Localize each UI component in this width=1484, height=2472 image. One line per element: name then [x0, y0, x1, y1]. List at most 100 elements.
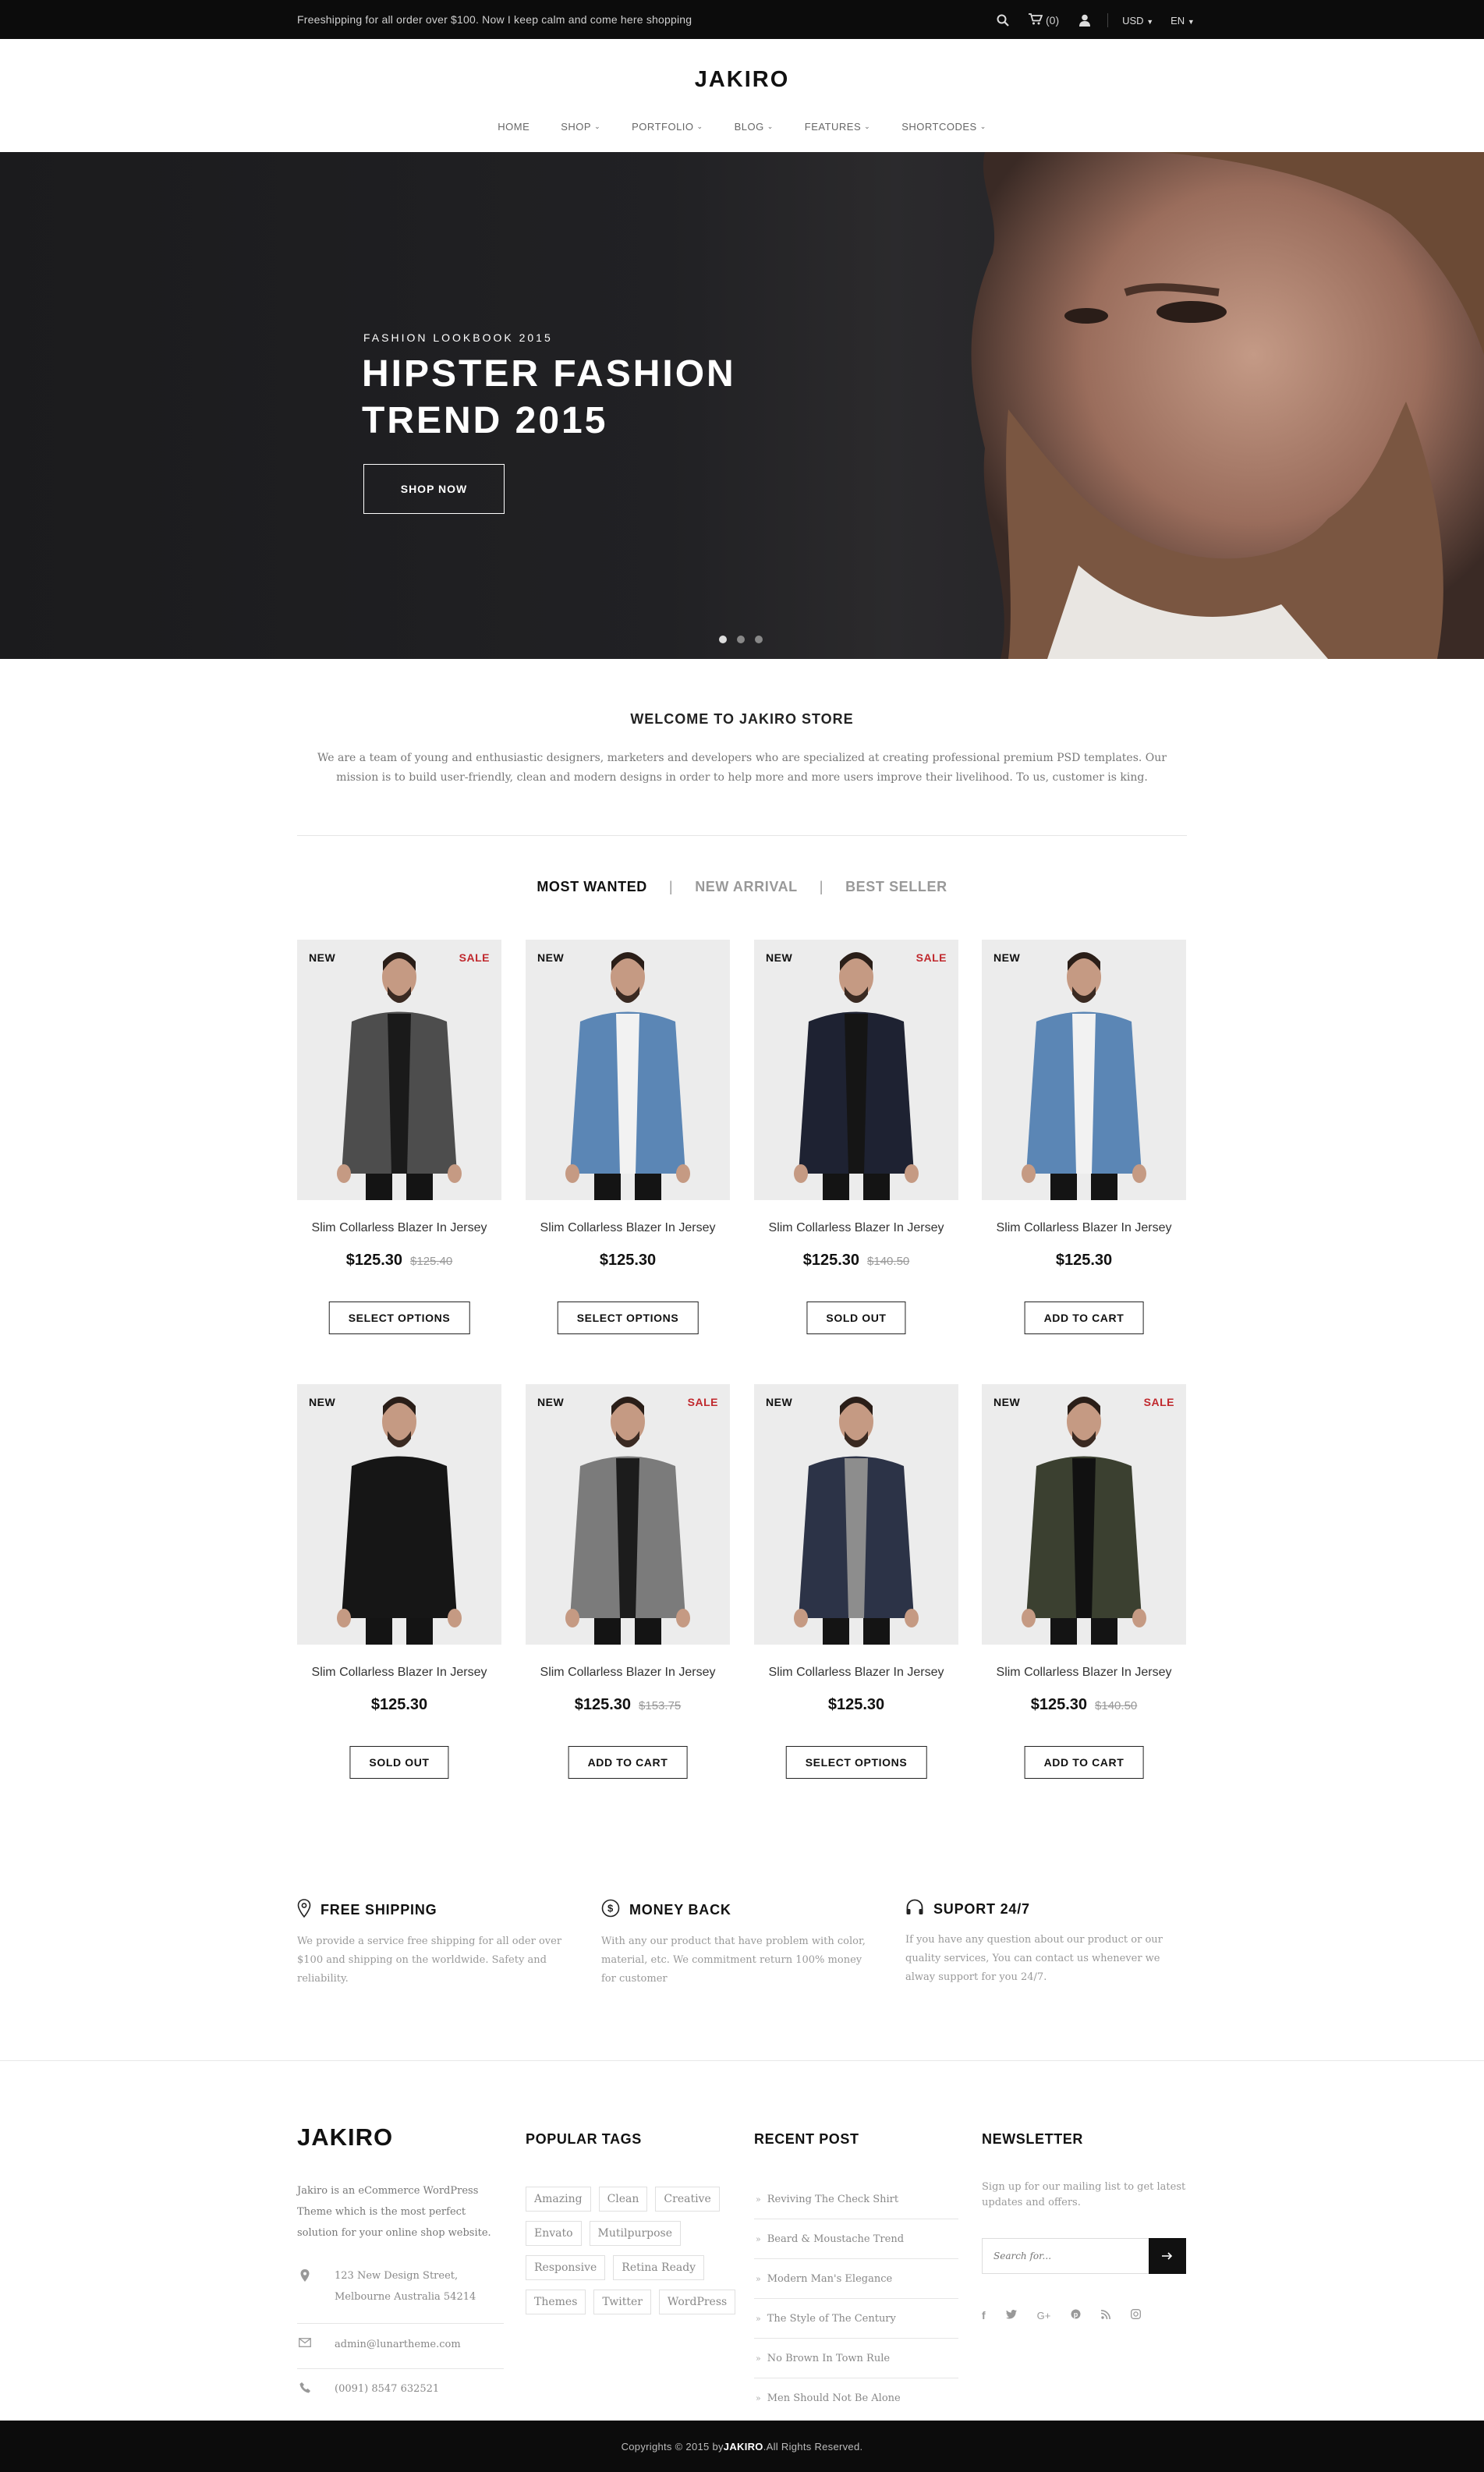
twitter-icon[interactable]: [1005, 2309, 1017, 2321]
tag-item[interactable]: Retina Ready: [613, 2255, 705, 2280]
product-name[interactable]: Slim Collarless Blazer In Jersey: [982, 1221, 1186, 1235]
double-chevron-right-icon: »: [756, 2233, 761, 2244]
hero-title-line: HIPSTER FASHION: [362, 353, 736, 395]
tag-item[interactable]: Twitter: [593, 2290, 651, 2314]
product-action-button[interactable]: SOLD OUT: [806, 1302, 906, 1334]
user-icon[interactable]: [1076, 12, 1093, 29]
product-name[interactable]: Slim Collarless Blazer In Jersey: [526, 1666, 730, 1680]
feature-text: If you have any question about our produ…: [905, 1934, 1163, 1983]
search-icon[interactable]: [994, 12, 1011, 29]
product-prices: $125.30: [297, 1696, 501, 1714]
tab-new-arrival[interactable]: NEW ARRIVAL: [695, 879, 798, 895]
divider: [297, 2368, 504, 2369]
tag-item[interactable]: Envato: [526, 2221, 582, 2246]
tag-item[interactable]: Creative: [655, 2187, 720, 2212]
product-action-button[interactable]: ADD TO CART: [1024, 1302, 1144, 1334]
map-pin-icon: [297, 1899, 311, 1921]
nav-shortcodes[interactable]: SHORTCODES ⌄: [901, 121, 986, 133]
mail-icon: [297, 2334, 313, 2355]
recent-post-item[interactable]: » Beard & Moustache Trend: [754, 2219, 958, 2259]
product-name[interactable]: Slim Collarless Blazer In Jersey: [297, 1666, 501, 1680]
product-name[interactable]: Slim Collarless Blazer In Jersey: [754, 1221, 958, 1235]
slider-dot[interactable]: [719, 636, 727, 643]
recent-post-item[interactable]: » Modern Man's Elegance: [754, 2259, 958, 2299]
contact-address: 123 New Design Street, Melbourne Austral…: [297, 2265, 504, 2307]
map-pin-icon: [297, 2265, 313, 2307]
footer-about: Jakiro is an eCommerce WordPress Theme w…: [297, 2185, 491, 2239]
product-image[interactable]: [526, 1384, 730, 1645]
copyright-brand[interactable]: JAKIRO: [724, 2441, 763, 2453]
cart-count: (0): [1046, 14, 1060, 27]
product-name[interactable]: Slim Collarless Blazer In Jersey: [526, 1221, 730, 1235]
slider-dot[interactable]: [755, 636, 763, 643]
footer-logo[interactable]: JAKIRO: [297, 2123, 393, 2151]
product-action-button[interactable]: SELECT OPTIONS: [785, 1746, 927, 1779]
google-plus-icon[interactable]: G+: [1037, 2310, 1051, 2321]
email-text[interactable]: admin@lunartheme.com: [335, 2334, 461, 2355]
product-action-button[interactable]: ADD TO CART: [1024, 1746, 1144, 1779]
product-action-button[interactable]: SELECT OPTIONS: [557, 1302, 699, 1334]
tag-item[interactable]: Mutilpurpose: [589, 2221, 682, 2246]
site-logo[interactable]: JAKIRO: [0, 67, 1484, 93]
product-action-button[interactable]: SOLD OUT: [349, 1746, 449, 1779]
social-links: f G+ p: [982, 2309, 1142, 2321]
tag-item[interactable]: Responsive: [526, 2255, 606, 2280]
newsletter-input[interactable]: [982, 2238, 1149, 2274]
feature-text: With any our product that have problem w…: [601, 1935, 866, 1985]
recent-post-title[interactable]: Beard & Moustache Trend: [767, 2233, 904, 2245]
svg-text:p: p: [1074, 2311, 1078, 2318]
new-badge: NEW: [537, 1396, 565, 1408]
language-select[interactable]: EN ▼: [1171, 15, 1195, 27]
tab-best-seller[interactable]: BEST SELLER: [845, 879, 947, 895]
product-image[interactable]: [754, 940, 958, 1200]
product-action-button[interactable]: ADD TO CART: [568, 1746, 688, 1779]
rss-icon[interactable]: [1101, 2309, 1111, 2321]
nav-shop[interactable]: SHOP ⌄: [561, 121, 600, 133]
recent-post-title[interactable]: The Style of The Century: [767, 2313, 896, 2325]
product-image[interactable]: [982, 940, 1186, 1200]
new-badge: NEW: [309, 1396, 336, 1408]
currency-select[interactable]: USD ▼: [1122, 15, 1153, 27]
nav-features[interactable]: FEATURES ⌄: [805, 121, 870, 133]
recent-post-item[interactable]: » The Style of The Century: [754, 2299, 958, 2339]
tag-item[interactable]: Themes: [526, 2290, 586, 2314]
tag-item[interactable]: WordPress: [658, 2290, 736, 2314]
tag-item[interactable]: Clean: [598, 2187, 648, 2212]
product-name[interactable]: Slim Collarless Blazer In Jersey: [754, 1666, 958, 1680]
tag-item[interactable]: Amazing: [526, 2187, 591, 2212]
instagram-icon[interactable]: [1131, 2309, 1142, 2321]
sale-badge: SALE: [1143, 1396, 1174, 1408]
recent-post-item[interactable]: » Men Should Not Be Alone: [754, 2378, 958, 2418]
slider-dot[interactable]: [737, 636, 745, 643]
recent-post-item[interactable]: » Reviving The Check Shirt: [754, 2180, 958, 2219]
top-bar: Freeshipping for all order over $100. No…: [0, 0, 1484, 39]
product-image[interactable]: [982, 1384, 1186, 1645]
recent-post-title[interactable]: Men Should Not Be Alone: [767, 2392, 901, 2404]
divider: [1107, 13, 1109, 27]
facebook-icon[interactable]: f: [982, 2309, 986, 2321]
divider: [297, 835, 1187, 836]
sale-badge: SALE: [459, 951, 490, 964]
product-image[interactable]: [526, 940, 730, 1200]
arrow-right-icon[interactable]: [1149, 2238, 1186, 2274]
product-name[interactable]: Slim Collarless Blazer In Jersey: [982, 1666, 1186, 1680]
contact-email[interactable]: admin@lunartheme.com: [297, 2334, 504, 2355]
nav-home[interactable]: HOME: [498, 121, 529, 133]
welcome-text: We are a team of young and enthusiastic …: [317, 752, 1167, 784]
new-badge: NEW: [537, 951, 565, 964]
recent-post-title[interactable]: Modern Man's Elegance: [767, 2273, 892, 2285]
product-image[interactable]: [297, 1384, 501, 1645]
nav-blog[interactable]: BLOG ⌄: [735, 121, 774, 133]
product-action-button[interactable]: SELECT OPTIONS: [328, 1302, 470, 1334]
product-name[interactable]: Slim Collarless Blazer In Jersey: [297, 1221, 501, 1235]
cart-button[interactable]: (0): [1029, 13, 1059, 27]
recent-post-title[interactable]: No Brown In Town Rule: [767, 2353, 890, 2364]
pinterest-icon[interactable]: p: [1071, 2309, 1081, 2321]
recent-post-title[interactable]: Reviving The Check Shirt: [767, 2194, 898, 2205]
product-image[interactable]: [754, 1384, 958, 1645]
recent-post-item[interactable]: » No Brown In Town Rule: [754, 2339, 958, 2378]
shop-now-button[interactable]: SHOP NOW: [363, 464, 505, 514]
product-image[interactable]: [297, 940, 501, 1200]
tab-most-wanted[interactable]: MOST WANTED: [537, 879, 647, 895]
nav-portfolio[interactable]: PORTFOLIO ⌄: [632, 121, 703, 133]
